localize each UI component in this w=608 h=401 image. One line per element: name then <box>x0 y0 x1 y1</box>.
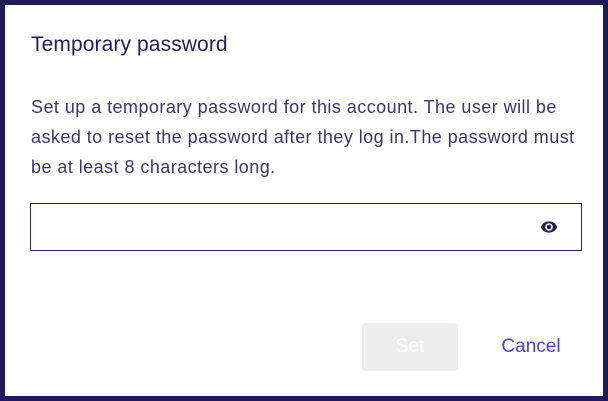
dialog-description: Set up a temporary password for this acc… <box>31 97 575 177</box>
set-button[interactable]: Set <box>362 323 458 371</box>
dialog-title: Temporary password <box>31 33 228 56</box>
password-field <box>30 203 582 251</box>
password-input[interactable] <box>31 204 531 250</box>
eye-icon[interactable] <box>539 218 559 236</box>
cancel-button[interactable]: Cancel <box>485 323 577 371</box>
temporary-password-dialog: Temporary password Set up a temporary pa… <box>5 5 603 396</box>
